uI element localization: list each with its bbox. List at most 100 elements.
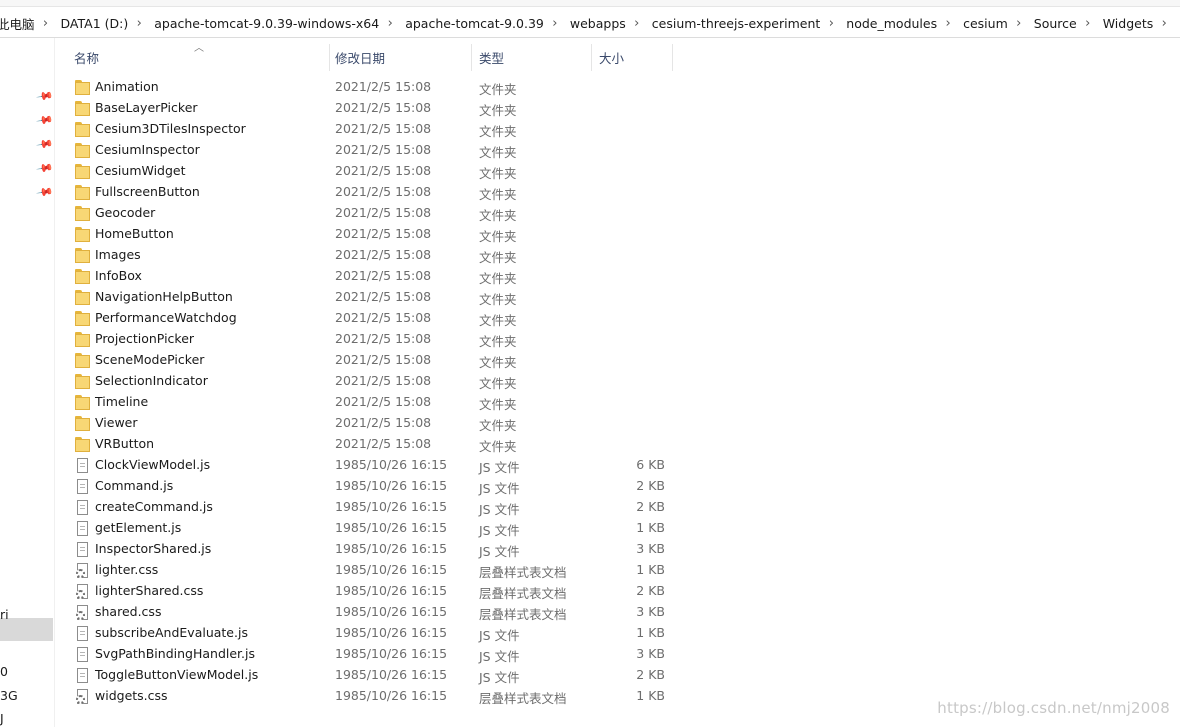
breadcrumb-chevron-icon[interactable]: › (39, 10, 53, 37)
folder-row[interactable]: SceneModePicker 2021/2/5 15:08 文件夹 (55, 350, 1180, 371)
folder-row[interactable]: CesiumInspector 2021/2/5 15:08 文件夹 (55, 140, 1180, 161)
file-size: 1 KB (636, 562, 665, 577)
file-modified-date: 1985/10/26 16:15 (335, 457, 448, 472)
folder-row[interactable]: SelectionIndicator 2021/2/5 15:08 文件夹 (55, 371, 1180, 392)
file-row[interactable]: ToggleButtonViewModel.js 1985/10/26 16:15… (55, 665, 1180, 686)
column-header-name[interactable]: 名称 (69, 44, 330, 71)
folder-row[interactable]: HomeButton 2021/2/5 15:08 文件夹 (55, 224, 1180, 245)
file-modified-date: 2021/2/5 15:08 (335, 394, 432, 409)
navigation-pane[interactable]: 📌 📌 📌 📌 📌 ri 0 3G J (0, 38, 55, 727)
breadcrumb-chevron-icon[interactable]: › (941, 10, 955, 37)
file-row[interactable]: SvgPathBindingHandler.js 1985/10/26 16:15… (55, 644, 1180, 665)
folder-row[interactable]: NavigationHelpButton 2021/2/5 15:08 文件夹 (55, 287, 1180, 308)
folder-row[interactable]: Images 2021/2/5 15:08 文件夹 (55, 245, 1180, 266)
column-header-date[interactable]: 修改日期 (330, 44, 472, 71)
css-file-icon (75, 605, 91, 620)
ribbon-remnant (0, 0, 1180, 7)
file-row[interactable]: Command.js 1985/10/26 16:15 JS 文件 2 KB (55, 476, 1180, 497)
folder-row[interactable]: Animation 2021/2/5 15:08 文件夹 (55, 77, 1180, 98)
file-name: ProjectionPicker (95, 331, 195, 346)
breadcrumb-item[interactable]: cesium (955, 10, 1012, 37)
breadcrumb-chevron-icon[interactable]: › (1081, 10, 1095, 37)
breadcrumb-chevron-icon[interactable]: › (548, 10, 562, 37)
file-row[interactable]: subscribeAndEvaluate.js 1985/10/26 16:15 J… (55, 623, 1180, 644)
folder-row[interactable]: ProjectionPicker 2021/2/5 15:08 文件夹 (55, 329, 1180, 350)
address-bar[interactable]: 此电脑 › DATA1 (D:) › apache-tomcat-9.0.39-wind… (0, 10, 1180, 38)
column-header-size[interactable]: 大小 (594, 44, 673, 71)
file-size: 2 KB (636, 499, 665, 514)
file-name: SvgPathBindingHandler.js (95, 646, 255, 661)
file-type: JS 文件 (479, 544, 520, 559)
file-type: 文件夹 (479, 439, 517, 454)
breadcrumb-item[interactable]: apache-tomcat-9.0.39-windows-x64 (146, 10, 383, 37)
folder-row[interactable]: BaseLayerPicker 2021/2/5 15:08 文件夹 (55, 98, 1180, 119)
file-row[interactable]: shared.css 1985/10/26 16:15 层叠样式表文档 3 KB (55, 602, 1180, 623)
breadcrumb-item[interactable]: cesium-threejs-experiment (644, 10, 825, 37)
folder-icon (75, 80, 91, 95)
file-name: getElement.js (95, 520, 182, 535)
file-row[interactable]: lighter.css 1985/10/26 16:15 层叠样式表文档 1 KB (55, 560, 1180, 581)
file-name: Viewer (95, 415, 138, 430)
pin-icon: 📌 (35, 86, 55, 106)
folder-row[interactable]: InfoBox 2021/2/5 15:08 文件夹 (55, 266, 1180, 287)
js-file-icon (75, 479, 91, 494)
breadcrumb-item[interactable]: node_modules (838, 10, 941, 37)
file-name: HomeButton (95, 226, 174, 241)
folder-row[interactable]: PerformanceWatchdog 2021/2/5 15:08 文件夹 (55, 308, 1180, 329)
file-modified-date: 2021/2/5 15:08 (335, 331, 432, 346)
column-header-type[interactable]: 类型 (474, 44, 592, 71)
file-type: 文件夹 (479, 145, 517, 160)
breadcrumb-chevron-icon[interactable]: › (132, 10, 146, 37)
file-name: CesiumInspector (95, 142, 200, 157)
file-name: Geocoder (95, 205, 156, 220)
file-row[interactable]: createCommand.js 1985/10/26 16:15 JS 文件 2 K… (55, 497, 1180, 518)
file-modified-date: 1985/10/26 16:15 (335, 625, 448, 640)
folder-row[interactable]: CesiumWidget 2021/2/5 15:08 文件夹 (55, 161, 1180, 182)
nav-item-label[interactable]: ri (0, 607, 9, 622)
file-name: Timeline (95, 394, 149, 409)
breadcrumb-chevron-icon[interactable]: › (1157, 10, 1171, 37)
breadcrumb-chevron-icon[interactable]: › (383, 10, 397, 37)
js-file-icon (75, 521, 91, 536)
file-row[interactable]: ClockViewModel.js 1985/10/26 16:15 JS 文件 6 … (55, 455, 1180, 476)
file-name: widgets.css (95, 688, 168, 703)
nav-item-label[interactable]: 0 (0, 664, 8, 679)
breadcrumb-chevron-icon[interactable]: › (1012, 10, 1026, 37)
file-explorer-window: 此电脑 › DATA1 (D:) › apache-tomcat-9.0.39-wind… (0, 0, 1180, 727)
file-modified-date: 2021/2/5 15:08 (335, 79, 432, 94)
folder-row[interactable]: Viewer 2021/2/5 15:08 文件夹 (55, 413, 1180, 434)
folder-row[interactable]: VRButton 2021/2/5 15:08 文件夹 (55, 434, 1180, 455)
file-modified-date: 2021/2/5 15:08 (335, 121, 432, 136)
file-row[interactable]: InspectorShared.js 1985/10/26 16:15 JS 文件 3… (55, 539, 1180, 560)
file-name: ClockViewModel.js (95, 457, 211, 472)
breadcrumb-item[interactable]: 此电脑 (0, 10, 39, 37)
breadcrumb-chevron-icon[interactable]: › (630, 10, 644, 37)
folder-row[interactable]: Geocoder 2021/2/5 15:08 文件夹 (55, 203, 1180, 224)
breadcrumb-item[interactable]: Source (1026, 10, 1081, 37)
file-row[interactable]: getElement.js 1985/10/26 16:15 JS 文件 1 KB (55, 518, 1180, 539)
file-size: 1 KB (636, 625, 665, 640)
file-name: lighterShared.css (95, 583, 204, 598)
breadcrumb-item[interactable]: webapps (562, 10, 630, 37)
file-type: JS 文件 (479, 670, 520, 685)
breadcrumb-item[interactable]: apache-tomcat-9.0.39 (397, 10, 548, 37)
folder-row[interactable]: Timeline 2021/2/5 15:08 文件夹 (55, 392, 1180, 413)
file-modified-date: 2021/2/5 15:08 (335, 289, 432, 304)
folder-row[interactable]: Cesium3DTilesInspector 2021/2/5 15:08 文件夹 (55, 119, 1180, 140)
file-modified-date: 1985/10/26 16:15 (335, 583, 448, 598)
breadcrumb-item[interactable]: Widgets (1095, 10, 1158, 37)
file-size: 2 KB (636, 478, 665, 493)
nav-item-label[interactable]: 3G (0, 688, 18, 703)
file-row[interactable]: lighterShared.css 1985/10/26 16:15 层叠样式表文档… (55, 581, 1180, 602)
file-modified-date: 1985/10/26 16:15 (335, 688, 448, 703)
file-modified-date: 2021/2/5 15:08 (335, 247, 432, 262)
nav-item-label[interactable]: J (0, 711, 4, 726)
file-modified-date: 2021/2/5 15:08 (335, 226, 432, 241)
file-type: 文件夹 (479, 166, 517, 181)
file-type: 文件夹 (479, 208, 517, 223)
breadcrumb-item[interactable]: DATA1 (D:) (53, 10, 133, 37)
file-modified-date: 2021/2/5 15:08 (335, 436, 432, 451)
breadcrumb-chevron-icon[interactable]: › (824, 10, 838, 37)
file-type: JS 文件 (479, 649, 520, 664)
folder-row[interactable]: FullscreenButton 2021/2/5 15:08 文件夹 (55, 182, 1180, 203)
